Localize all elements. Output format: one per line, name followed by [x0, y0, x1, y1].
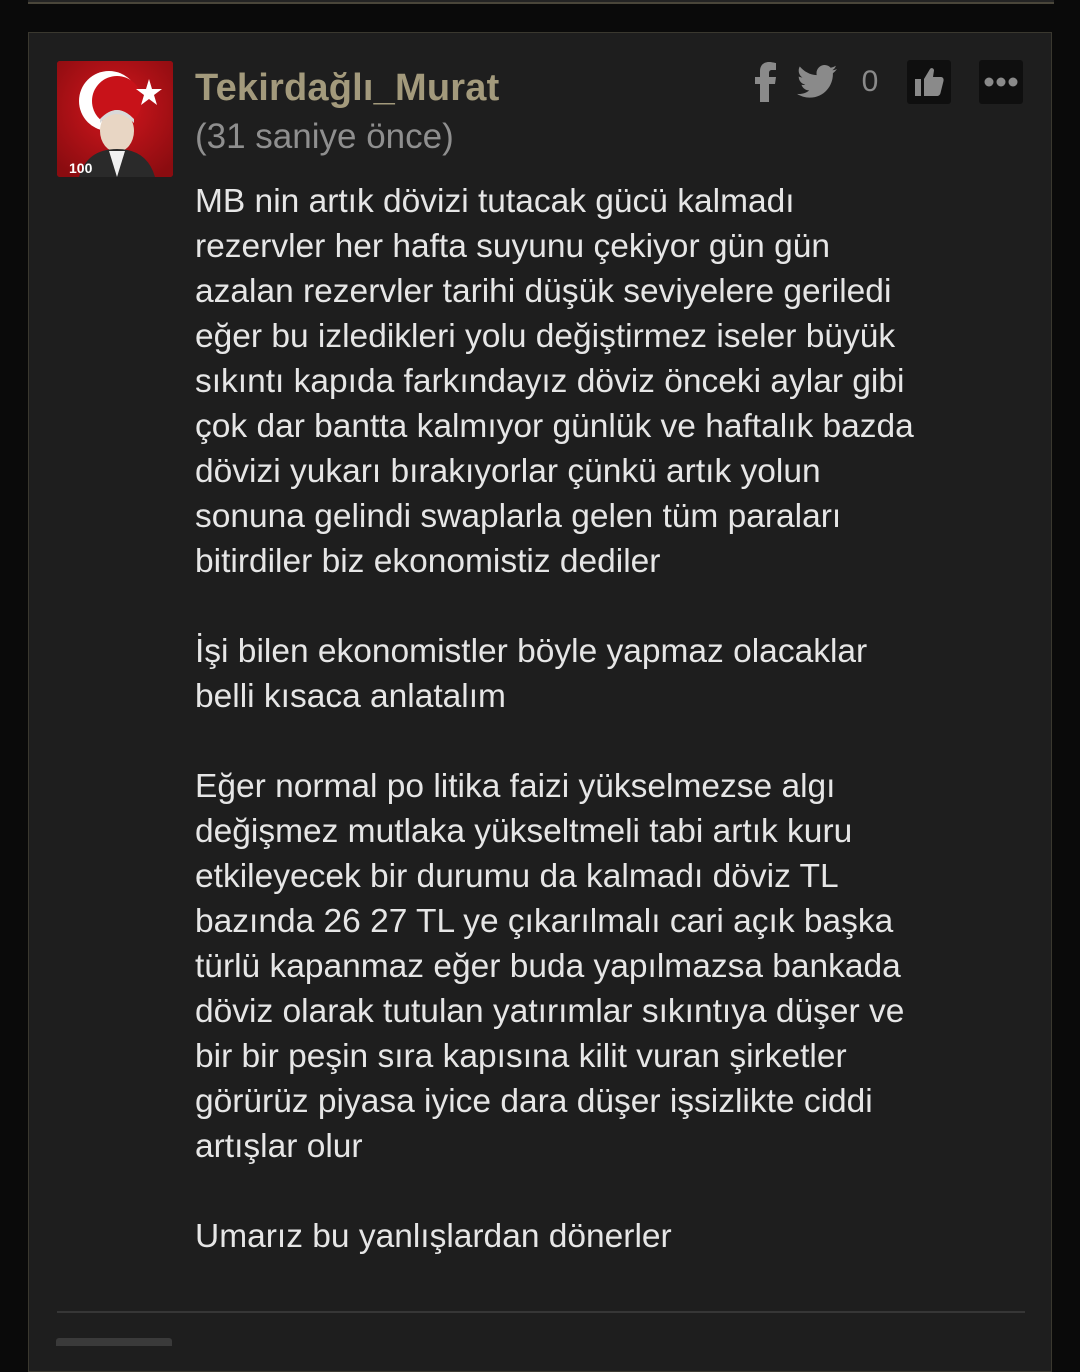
- comment-divider: [57, 1311, 1025, 1313]
- thumbs-up-icon[interactable]: [907, 60, 951, 104]
- previous-comment-card-edge: [28, 0, 1054, 4]
- comment-paragraph: Eğer normal po litika faizi yükselmezse …: [195, 768, 905, 1165]
- twitter-icon[interactable]: [797, 59, 837, 105]
- comment-body: MB nin artık dövizi tutacak gücü kalmadı…: [195, 179, 1035, 1304]
- like-count: 0: [861, 65, 879, 98]
- comment-paragraph: İşi bilen ekonomistler böyle yapmaz olac…: [195, 633, 868, 715]
- next-comment-avatar-edge: [56, 1338, 172, 1346]
- avatar[interactable]: 100: [57, 61, 173, 177]
- comment-author[interactable]: Tekirdağlı_Murat: [195, 67, 499, 110]
- comment-paragraph: Umarız bu yanlışlardan dönerler: [195, 1218, 672, 1255]
- more-dots-icon[interactable]: [979, 60, 1023, 104]
- avatar-badge-text: 100: [69, 160, 93, 176]
- comment-timestamp: (31 saniye önce): [195, 117, 454, 156]
- comment-paragraph: MB nin artık dövizi tutacak gücü kalmadı…: [195, 183, 914, 580]
- comment-card: 100 Tekirdağlı_Murat (31 saniye önce) 0: [28, 32, 1052, 1372]
- avatar-image: 100: [57, 61, 173, 177]
- comment-actions: 0: [753, 59, 1023, 105]
- facebook-icon[interactable]: [753, 59, 779, 105]
